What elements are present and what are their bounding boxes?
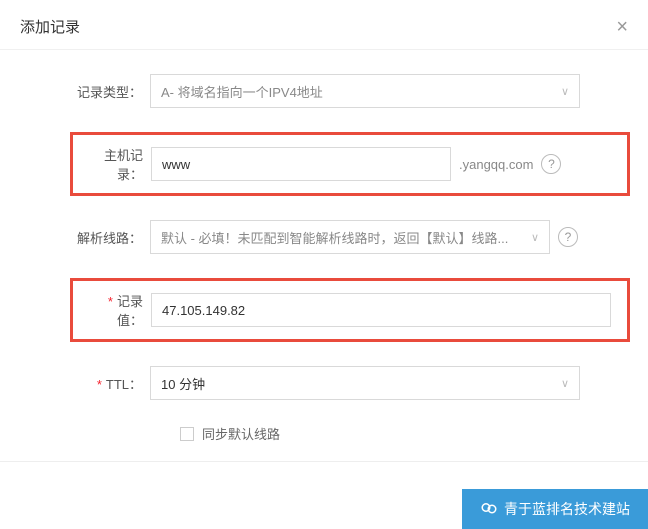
sync-default-label: 同步默认线路 <box>202 424 280 443</box>
ttl-value: 10 分钟 <box>161 374 205 393</box>
record-value-row: *记录值： <box>70 278 630 342</box>
sync-default-row: 同步默认线路 <box>0 424 648 443</box>
resolution-line-value: 默认 - 必填！未匹配到智能解析线路时，返回【默认】线路... <box>161 228 508 247</box>
host-record-input-wrap <box>151 147 451 181</box>
record-value-input-wrap <box>151 293 611 327</box>
ttl-row: *TTL： 10 分钟 ∨ <box>0 366 648 400</box>
modal-title: 添加记录 <box>20 16 80 37</box>
banner-text: 青于蓝排名技术建站 <box>504 499 630 519</box>
modal-header: 添加记录 × <box>0 0 648 50</box>
resolution-line-row: 解析线路： 默认 - 必填！未匹配到智能解析线路时，返回【默认】线路... ∨ … <box>0 220 648 254</box>
host-record-row: 主机记录： .yangqq.com ? <box>70 132 630 196</box>
record-value-input[interactable] <box>162 303 600 318</box>
help-icon[interactable]: ? <box>558 227 578 247</box>
record-type-label: 记录类型： <box>0 82 150 101</box>
record-type-row: 记录类型： A- 将域名指向一个IPV4地址 ∨ <box>0 74 648 108</box>
ttl-select[interactable]: 10 分钟 ∨ <box>150 366 580 400</box>
record-type-value: A- 将域名指向一个IPV4地址 <box>161 82 323 101</box>
required-mark: * <box>108 294 113 309</box>
record-type-select[interactable]: A- 将域名指向一个IPV4地址 ∨ <box>150 74 580 108</box>
chevron-down-icon: ∨ <box>531 231 539 244</box>
divider <box>0 461 648 462</box>
chevron-down-icon: ∨ <box>561 85 569 98</box>
chevron-down-icon: ∨ <box>561 377 569 390</box>
host-record-input[interactable] <box>162 157 440 172</box>
modal-body: 记录类型： A- 将域名指向一个IPV4地址 ∨ 主机记录： .yangqq.c… <box>0 50 648 472</box>
add-record-modal: 添加记录 × 记录类型： A- 将域名指向一个IPV4地址 ∨ 主机记录： .y… <box>0 0 648 472</box>
resolution-line-select[interactable]: 默认 - 必填！未匹配到智能解析线路时，返回【默认】线路... ∨ <box>150 220 550 254</box>
required-mark: * <box>97 377 102 392</box>
record-value-label: *记录值： <box>83 291 151 329</box>
sync-default-checkbox[interactable] <box>180 427 194 441</box>
resolution-line-label: 解析线路： <box>0 228 150 247</box>
close-icon[interactable]: × <box>616 17 628 37</box>
speech-icon <box>480 500 498 518</box>
ttl-label: *TTL： <box>0 374 150 393</box>
watermark-banner: 青于蓝排名技术建站 <box>462 489 648 529</box>
host-record-suffix: .yangqq.com <box>459 157 533 172</box>
host-record-label: 主机记录： <box>83 145 151 183</box>
help-icon[interactable]: ? <box>541 154 561 174</box>
